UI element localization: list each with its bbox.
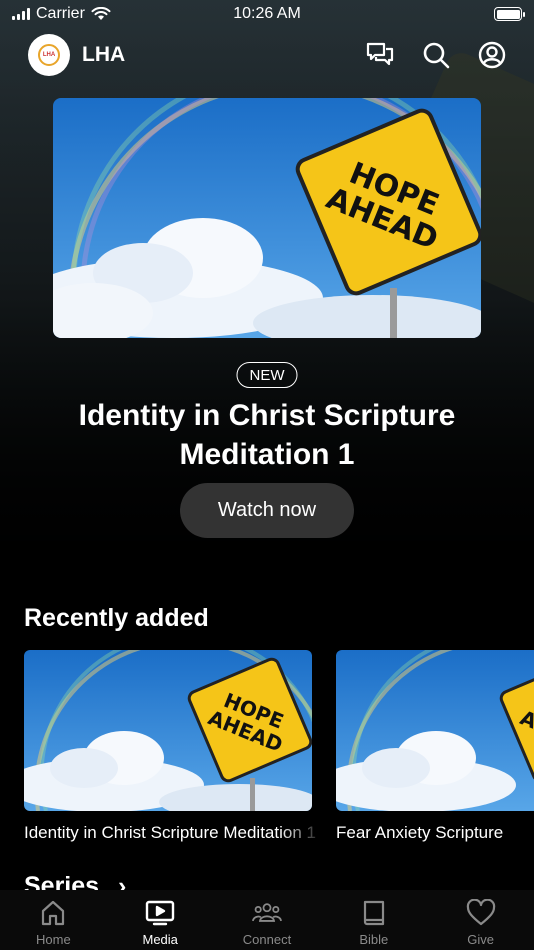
tab-label: Bible: [359, 932, 389, 947]
carrier-label: Carrier: [36, 5, 85, 22]
hero-title[interactable]: Identity in Christ Scripture Meditation …: [20, 396, 514, 474]
signal-icon: [12, 8, 30, 20]
app-title: LHA: [82, 43, 126, 66]
app-logo[interactable]: LHA: [28, 34, 70, 76]
tab-bar: Home Media Connect Bible Give: [0, 890, 534, 950]
media-card[interactable]: HOPE AHEAD Fear Anxiety Scripture: [336, 650, 534, 843]
app-header: LHA LHA: [0, 32, 534, 78]
wifi-icon: [91, 7, 111, 20]
heart-icon: [466, 898, 496, 928]
chevron-right-icon: ›: [118, 872, 127, 892]
tab-label: Media: [142, 932, 178, 947]
tab-media[interactable]: Media: [107, 890, 214, 950]
home-icon: [38, 898, 68, 928]
tab-give[interactable]: Give: [427, 890, 534, 950]
series-title[interactable]: Series ›: [24, 872, 126, 892]
battery-icon: [494, 7, 525, 21]
media-icon: [145, 898, 175, 928]
hero-image[interactable]: HOPE AHEAD: [53, 98, 481, 338]
recently-added-carousel[interactable]: HOPE AHEAD Identity in Christ Scripture …: [24, 650, 534, 850]
series-label: Series: [24, 872, 100, 892]
status-bar: Carrier 10:26 AM: [0, 0, 534, 28]
tab-connect[interactable]: Connect: [214, 890, 321, 950]
tab-label: Home: [36, 932, 71, 947]
recently-added-title: Recently added: [24, 604, 209, 632]
tab-label: Connect: [242, 932, 292, 947]
logo-mark: LHA: [38, 44, 60, 66]
tab-label: Give: [467, 932, 494, 947]
profile-icon[interactable]: [478, 41, 506, 69]
media-thumbnail[interactable]: HOPE AHEAD: [24, 650, 312, 811]
chat-icon[interactable]: [366, 41, 394, 69]
tab-bible[interactable]: Bible: [320, 890, 427, 950]
tab-home[interactable]: Home: [0, 890, 107, 950]
clock: 10:26 AM: [233, 5, 301, 22]
media-thumbnail[interactable]: HOPE AHEAD: [336, 650, 534, 811]
search-icon[interactable]: [422, 41, 450, 69]
book-icon: [359, 898, 389, 928]
media-caption: Identity in Christ Scripture Meditation …: [24, 823, 316, 842]
media-card[interactable]: HOPE AHEAD Identity in Christ Scripture …: [24, 650, 316, 843]
new-badge: NEW: [236, 362, 298, 388]
watch-now-button[interactable]: Watch now: [180, 483, 354, 538]
people-icon: [252, 898, 282, 928]
media-caption: Fear Anxiety Scripture: [336, 823, 504, 842]
